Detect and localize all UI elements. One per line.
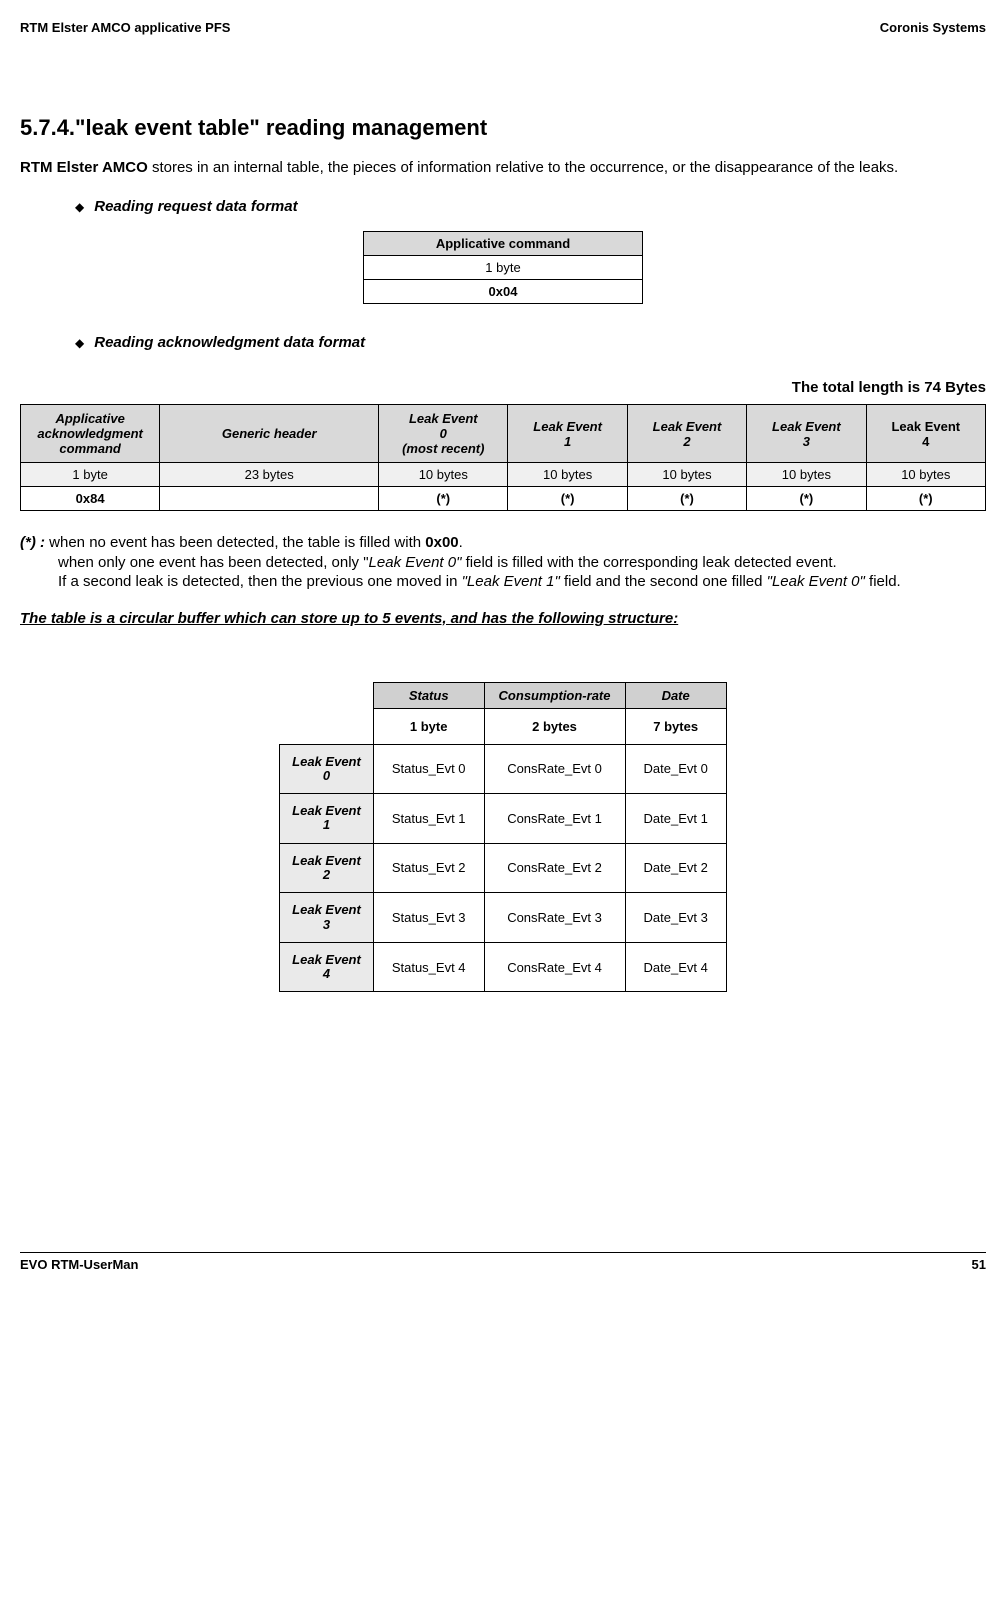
intro-bold: RTM Elster AMCO xyxy=(20,159,148,176)
t3-r2-c2: ConsRate_Evt 2 xyxy=(484,843,625,893)
table-row: Leak Event3 Status_Evt 3 ConsRate_Evt 3 … xyxy=(280,893,727,943)
t3-empty2 xyxy=(280,708,374,744)
note-lead: (*) : xyxy=(20,534,45,551)
t3-r1-c3: Date_Evt 1 xyxy=(625,794,726,844)
t3-r4-c2: ConsRate_Evt 4 xyxy=(484,942,625,992)
t2-s1: 23 bytes xyxy=(160,463,379,487)
t3-r3-c3: Date_Evt 3 xyxy=(625,893,726,943)
note-p1b: 0x00 xyxy=(425,534,458,551)
intro-paragraph: RTM Elster AMCO stores in an internal ta… xyxy=(20,159,986,176)
t3-sz1: 2 bytes xyxy=(484,708,625,744)
note-block: (*) : when no event has been detected, t… xyxy=(20,533,986,592)
event-structure-table: Status Consumption-rate Date 1 byte 2 by… xyxy=(279,682,727,993)
t2-v6: (*) xyxy=(866,487,985,511)
t2-h2: Leak Event0(most recent) xyxy=(379,405,508,463)
t3-r0-c2: ConsRate_Evt 0 xyxy=(484,744,625,794)
ack-data-format-table: Applicative acknowledgment command Gener… xyxy=(20,404,986,511)
t3-ch0: Status xyxy=(373,682,484,708)
note-line2: when only one event has been detected, o… xyxy=(58,553,986,573)
t2-h1: Generic header xyxy=(160,405,379,463)
t3-r1-c2: ConsRate_Evt 1 xyxy=(484,794,625,844)
t2-h4: Leak Event2 xyxy=(627,405,746,463)
note-p1a: when no event has been detected, the tab… xyxy=(45,534,425,551)
t3-r2-c1: Status_Evt 2 xyxy=(373,843,484,893)
t3-r4-c3: Date_Evt 4 xyxy=(625,942,726,992)
t3-r0-c3: Date_Evt 0 xyxy=(625,744,726,794)
t2-v4: (*) xyxy=(627,487,746,511)
t3-r0-label: Leak Event0 xyxy=(280,744,374,794)
table1-size: 1 byte xyxy=(364,256,643,280)
t3-r2-c3: Date_Evt 2 xyxy=(625,843,726,893)
table-row: Leak Event1 Status_Evt 1 ConsRate_Evt 1 … xyxy=(280,794,727,844)
t3-r4-label: Leak Event4 xyxy=(280,942,374,992)
t3-r3-label: Leak Event3 xyxy=(280,893,374,943)
t2-h0: Applicative acknowledgment command xyxy=(21,405,160,463)
t2-h5: Leak Event3 xyxy=(747,405,866,463)
table1-value: 0x04 xyxy=(364,280,643,304)
note-line3: If a second leak is detected, then the p… xyxy=(58,572,986,592)
t3-sz2: 7 bytes xyxy=(625,708,726,744)
applicative-command-table: Applicative command 1 byte 0x04 xyxy=(363,231,643,304)
bullet-2: ◆ Reading acknowledgment data format xyxy=(75,334,986,351)
t2-v2: (*) xyxy=(379,487,508,511)
t2-s6: 10 bytes xyxy=(866,463,985,487)
header-right: Coronis Systems xyxy=(880,20,986,35)
section-title: 5.7.4."leak event table" reading managem… xyxy=(20,115,986,141)
table-row: Leak Event4 Status_Evt 4 ConsRate_Evt 4 … xyxy=(280,942,727,992)
diamond-icon: ◆ xyxy=(75,200,84,214)
bullet-2-text: Reading acknowledgment data format xyxy=(94,334,365,351)
t2-h3: Leak Event1 xyxy=(508,405,627,463)
bullet-1: ◆ Reading request data format xyxy=(75,198,986,215)
footer-left: EVO RTM-UserMan xyxy=(20,1257,138,1272)
intro-rest: stores in an internal table, the pieces … xyxy=(148,159,898,176)
note-p1c: . xyxy=(459,534,463,551)
t2-s0: 1 byte xyxy=(21,463,160,487)
t2-s5: 10 bytes xyxy=(747,463,866,487)
bullet-1-text: Reading request data format xyxy=(94,198,297,215)
t3-r4-c1: Status_Evt 4 xyxy=(373,942,484,992)
length-note: The total length is 74 Bytes xyxy=(20,379,986,396)
t3-empty xyxy=(280,682,374,708)
page-footer: EVO RTM-UserMan 51 xyxy=(20,1252,986,1272)
t3-r3-c1: Status_Evt 3 xyxy=(373,893,484,943)
circular-buffer-note: The table is a circular buffer which can… xyxy=(20,610,986,627)
t2-s2: 10 bytes xyxy=(379,463,508,487)
t2-h6: Leak Event4 xyxy=(866,405,985,463)
t3-r3-c2: ConsRate_Evt 3 xyxy=(484,893,625,943)
diamond-icon: ◆ xyxy=(75,336,84,350)
t2-v3: (*) xyxy=(508,487,627,511)
header-left: RTM Elster AMCO applicative PFS xyxy=(20,20,230,35)
table1-header: Applicative command xyxy=(364,232,643,256)
t2-v1 xyxy=(160,487,379,511)
t3-r0-c1: Status_Evt 0 xyxy=(373,744,484,794)
t3-ch2: Date xyxy=(625,682,726,708)
t3-sz0: 1 byte xyxy=(373,708,484,744)
t2-s3: 10 bytes xyxy=(508,463,627,487)
t2-v5: (*) xyxy=(747,487,866,511)
t2-s4: 10 bytes xyxy=(627,463,746,487)
t3-r2-label: Leak Event2 xyxy=(280,843,374,893)
t3-r1-c1: Status_Evt 1 xyxy=(373,794,484,844)
t3-ch1: Consumption-rate xyxy=(484,682,625,708)
page-header: RTM Elster AMCO applicative PFS Coronis … xyxy=(20,20,986,35)
t3-r1-label: Leak Event1 xyxy=(280,794,374,844)
table-row: Leak Event2 Status_Evt 2 ConsRate_Evt 2 … xyxy=(280,843,727,893)
t2-v0: 0x84 xyxy=(21,487,160,511)
footer-right: 51 xyxy=(972,1257,986,1272)
table-row: Leak Event0 Status_Evt 0 ConsRate_Evt 0 … xyxy=(280,744,727,794)
